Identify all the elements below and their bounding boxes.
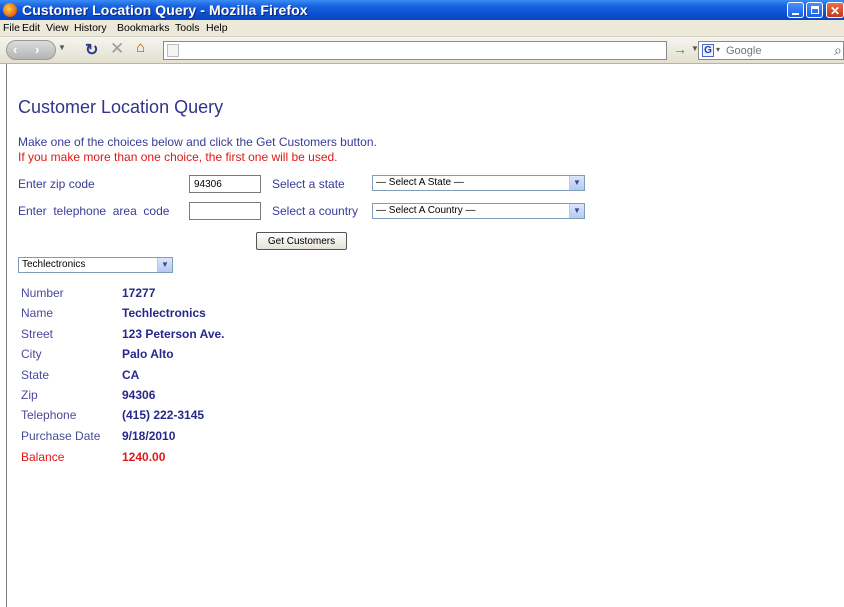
state-select[interactable]: — Select A State — ▼	[372, 175, 585, 191]
minimize-icon	[792, 13, 799, 15]
google-icon[interactable]: G	[702, 44, 714, 57]
customer-selected-value: Techlectronics	[22, 259, 86, 270]
city-label: City	[21, 347, 42, 361]
balance-label: Balance	[21, 450, 65, 464]
navigation-toolbar: ‹ › ▼ ↻ ✕ ⌂ → ▼ G ▾ ⌕	[0, 37, 844, 64]
chevron-down-icon[interactable]: ▼	[569, 176, 584, 190]
menu-bookmarks[interactable]: Bookmarks	[117, 20, 170, 37]
firefox-icon	[3, 3, 17, 17]
minimize-button[interactable]	[787, 2, 804, 18]
home-icon[interactable]: ⌂	[136, 39, 145, 60]
page-favicon-icon	[167, 44, 179, 57]
purchase-date-value: 9/18/2010	[122, 429, 176, 443]
name-label: Name	[21, 306, 54, 320]
telephone-label: Telephone	[21, 408, 77, 422]
search-box[interactable]: G ▾	[698, 41, 844, 60]
state-value: CA	[122, 368, 140, 382]
zip-input[interactable]	[189, 175, 261, 193]
state-label: Select a state	[272, 177, 345, 191]
close-icon: ✕	[829, 4, 841, 18]
warning-text: If you make more than one choice, the fi…	[18, 150, 338, 164]
area-code-input[interactable]	[189, 202, 261, 220]
state-selected-value: — Select A State —	[376, 177, 464, 188]
search-input[interactable]	[726, 42, 826, 59]
zip-value: 94306	[122, 388, 156, 402]
instruction-text: Make one of the choices below and click …	[18, 135, 377, 149]
reload-icon[interactable]: ↻	[85, 40, 98, 61]
chevron-down-icon[interactable]: ▼	[157, 258, 172, 272]
menu-edit[interactable]: Edit	[22, 20, 40, 37]
number-label: Number	[21, 286, 64, 300]
balance-value: 1240.00	[122, 450, 166, 464]
stop-icon[interactable]: ✕	[110, 39, 124, 60]
country-label: Select a country	[272, 204, 359, 218]
search-engine-dropdown-icon[interactable]: ▾	[716, 45, 720, 54]
street-label: Street	[21, 327, 54, 341]
maximize-button[interactable]	[806, 2, 823, 18]
purchase-date-label: Purchase Date	[21, 429, 101, 443]
menu-file[interactable]: File	[3, 20, 20, 37]
window-title: Customer Location Query - Mozilla Firefo…	[22, 2, 308, 18]
search-icon[interactable]: ⌕	[834, 42, 842, 59]
address-bar[interactable]	[163, 41, 667, 60]
window-left-border	[0, 64, 7, 607]
customer-select[interactable]: Techlectronics ▼	[18, 257, 173, 273]
country-selected-value: — Select A Country —	[376, 205, 476, 216]
country-select[interactable]: — Select A Country — ▼	[372, 203, 585, 219]
chevron-down-icon[interactable]: ▼	[569, 204, 584, 218]
forward-arrow-icon[interactable]: ›	[35, 42, 39, 57]
telephone-value: (415) 222-3145	[122, 408, 205, 422]
back-forward-buttons[interactable]: ‹ ›	[6, 40, 56, 60]
go-arrow-icon[interactable]: →	[673, 41, 687, 57]
close-button[interactable]: ✕	[826, 2, 844, 18]
street-value: 123 Peterson Ave.	[122, 327, 225, 341]
menu-tools[interactable]: Tools	[175, 20, 200, 37]
back-arrow-icon[interactable]: ‹	[13, 42, 17, 57]
zip-label: Enter zip code	[18, 177, 95, 191]
zip-field-label: Zip	[21, 388, 38, 402]
state-field-label: State	[21, 368, 50, 382]
city-value: Palo Alto	[122, 347, 174, 361]
menu-history[interactable]: History	[74, 20, 107, 37]
page-title: Customer Location Query	[18, 97, 224, 117]
name-value: Techlectronics	[122, 306, 206, 320]
maximize-icon	[811, 6, 819, 14]
history-dropdown-icon[interactable]: ▼	[58, 43, 66, 64]
window-title-bar: Customer Location Query - Mozilla Firefo…	[0, 0, 844, 20]
get-customers-button[interactable]: Get Customers	[256, 232, 347, 250]
menu-bar: File Edit View History Bookmarks Tools H…	[0, 20, 844, 37]
number-value: 17277	[122, 286, 156, 300]
phone-label: Enter telephone area code	[18, 204, 170, 218]
menu-help[interactable]: Help	[206, 20, 228, 37]
menu-view[interactable]: View	[46, 20, 69, 37]
